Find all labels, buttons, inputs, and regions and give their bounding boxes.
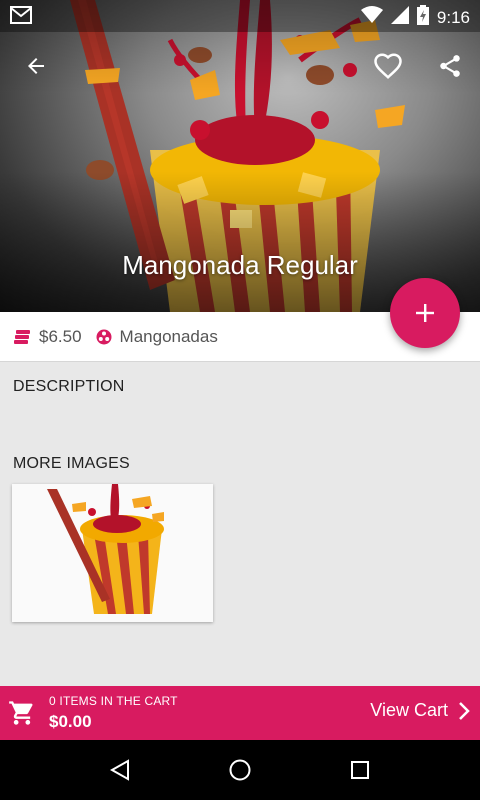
share-icon — [440, 55, 460, 77]
nav-back-button[interactable] — [100, 750, 140, 790]
system-nav-bar — [0, 740, 480, 800]
plus-icon — [416, 304, 434, 322]
hero-image: Mangonada Regular — [0, 0, 480, 312]
nav-recents-button[interactable] — [340, 750, 380, 790]
chevron-right-icon — [459, 701, 470, 720]
favorite-button[interactable] — [372, 50, 404, 82]
status-bar: 9:16 — [0, 0, 480, 32]
product-thumbnail[interactable] — [12, 484, 213, 622]
shopping-cart-icon — [8, 699, 36, 732]
category-icon — [96, 329, 112, 344]
description-heading: DESCRIPTION — [13, 378, 125, 395]
home-circle-icon — [229, 759, 251, 781]
share-button[interactable] — [434, 50, 466, 82]
view-cart-label: View Cart — [370, 700, 448, 720]
product-title: Mangonada Regular — [122, 250, 358, 280]
arrow-back-icon — [28, 58, 44, 74]
price-item: $6.50 — [13, 327, 82, 347]
back-triangle-icon — [109, 759, 129, 781]
cart-bar[interactable]: 0 ITEMS IN THE CART $0.00 View Cart — [0, 686, 480, 740]
add-to-cart-fab[interactable] — [390, 278, 460, 348]
back-button[interactable] — [20, 50, 52, 82]
category-item[interactable]: Mangonadas — [96, 327, 218, 347]
cart-item-count: 0 ITEMS IN THE CART — [49, 694, 178, 708]
signal-icon — [390, 6, 409, 29]
mangonada-thumbnail-image — [12, 484, 213, 622]
view-cart-button[interactable]: View Cart — [370, 700, 470, 721]
product-category: Mangonadas — [119, 326, 218, 346]
gmail-icon — [10, 6, 32, 29]
nav-home-button[interactable] — [220, 750, 260, 790]
status-time: 9:16 — [436, 7, 470, 27]
heart-outline-icon — [374, 53, 402, 79]
more-images-heading: MORE IMAGES — [13, 455, 130, 472]
battery-charging-icon — [416, 5, 429, 30]
cart-total: $0.00 — [49, 712, 92, 731]
recents-square-icon — [351, 761, 369, 779]
wifi-icon — [360, 6, 383, 29]
coins-icon — [14, 329, 30, 344]
product-price: $6.50 — [39, 326, 82, 346]
